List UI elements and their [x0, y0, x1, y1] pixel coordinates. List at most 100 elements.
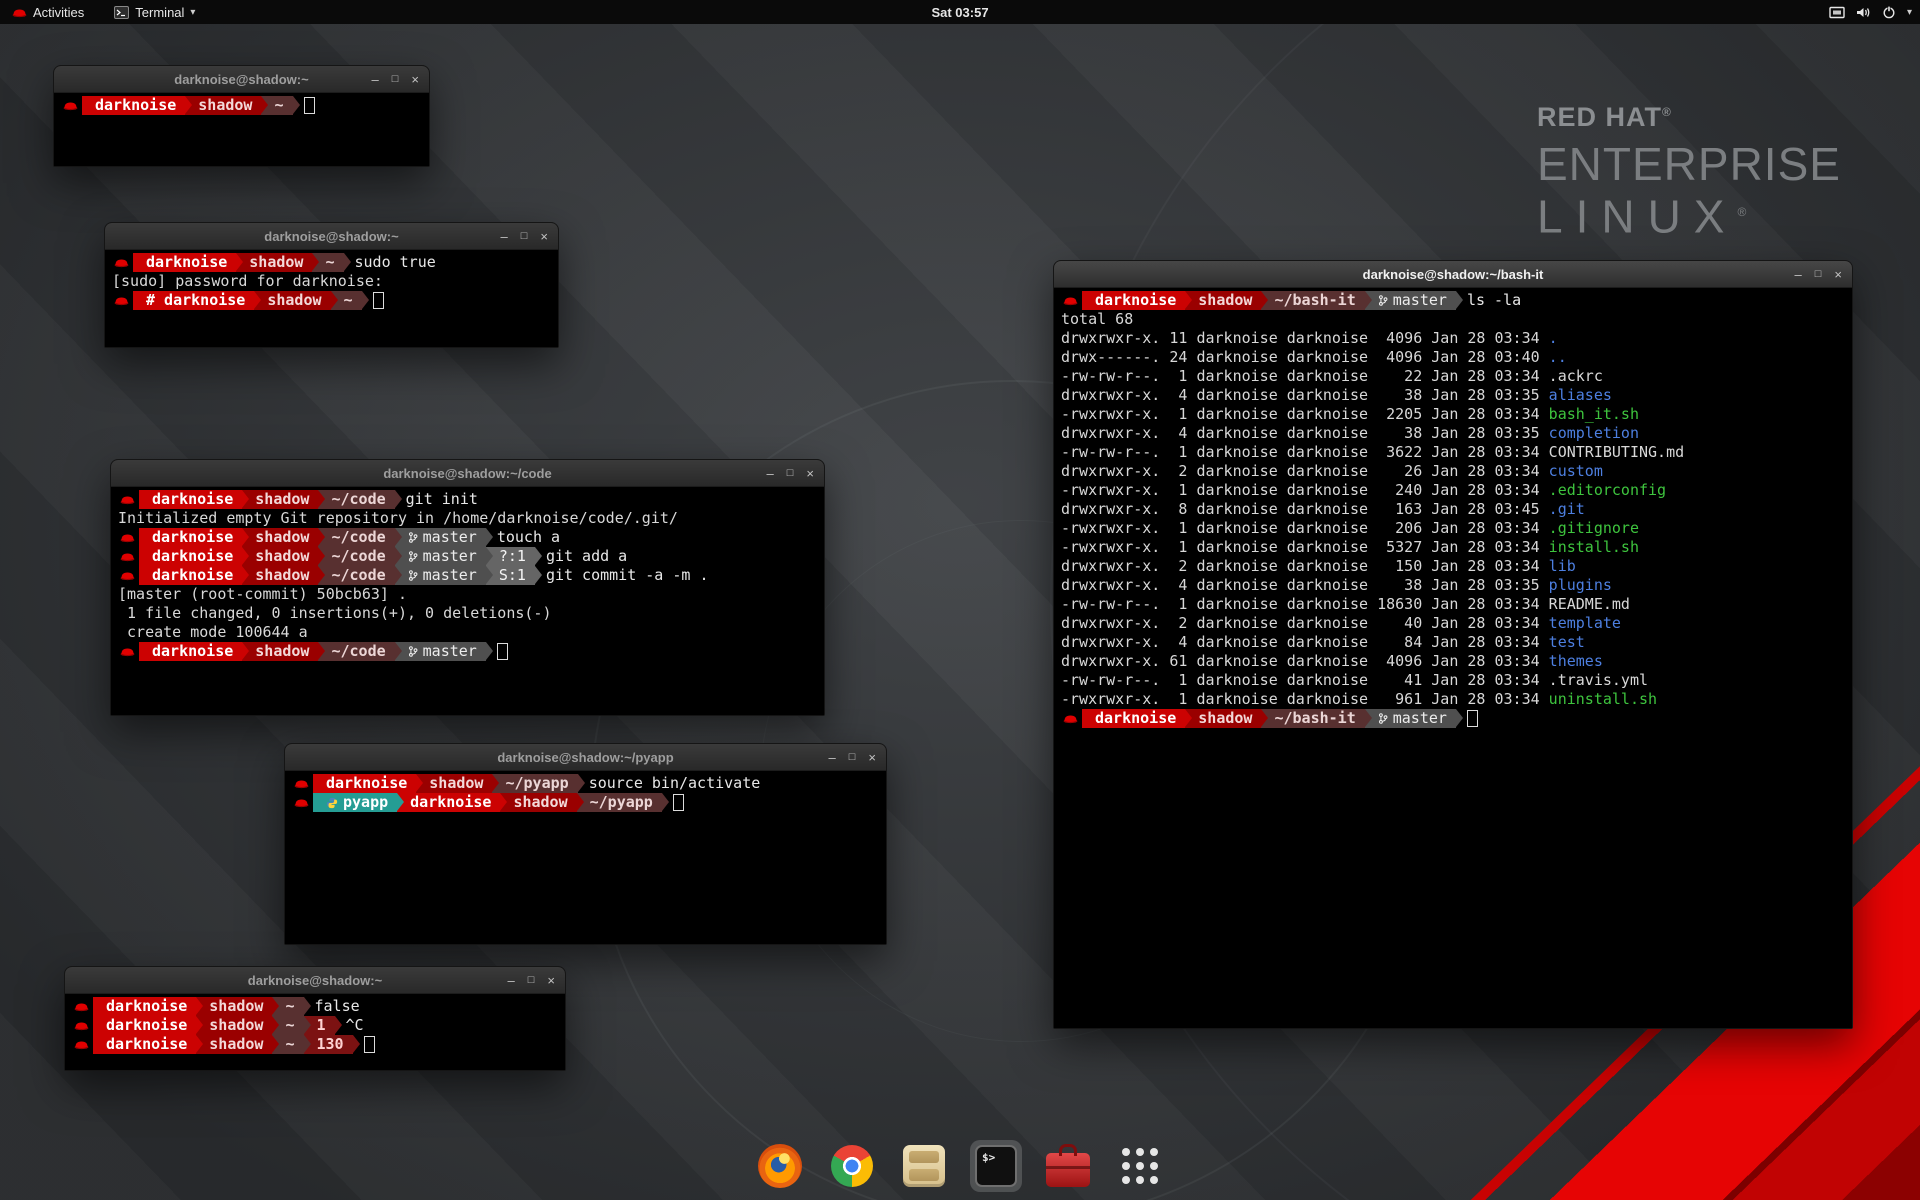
redhat-prompt-icon: [118, 494, 139, 505]
dock-terminal[interactable]: $>: [970, 1140, 1022, 1192]
command-text: sudo true: [355, 253, 436, 272]
dock-chrome[interactable]: [826, 1140, 878, 1192]
prompt-segment-user: darknoise: [313, 774, 416, 793]
window-titlebar[interactable]: darknoise@shadow:~/pyapp – □ ×: [285, 744, 886, 771]
output-text: -rw-rw-r--. 1 darknoise darknoise 3622 J…: [1061, 443, 1549, 462]
prompt-segment-user: darknoise: [1082, 291, 1185, 310]
maximize-button[interactable]: □: [521, 230, 528, 243]
redhat-prompt-icon: [72, 1039, 93, 1050]
terminal-content[interactable]: darknoiseshadow~falsedarknoiseshadow~1^C…: [65, 994, 565, 1070]
terminal-icon: $>: [975, 1145, 1017, 1187]
prompt-segment-stat: ?:1: [486, 547, 535, 566]
maximize-button[interactable]: □: [1815, 268, 1822, 281]
terminal-content[interactable]: darknoiseshadow~/codegit initInitialized…: [111, 487, 824, 715]
output-text: completion: [1549, 424, 1639, 443]
output-text: create mode 100644 a: [118, 623, 308, 642]
clock[interactable]: Sat 03:57: [931, 5, 988, 20]
window-title: darknoise@shadow:~/code: [383, 466, 551, 481]
command-text: touch a: [497, 528, 560, 547]
git-branch-icon: [408, 550, 418, 563]
redhat-prompt-icon: [61, 100, 82, 111]
output-text: drwxrwxr-x. 8 darknoise darknoise 163 Ja…: [1061, 500, 1549, 519]
file-cabinet-icon: [903, 1145, 945, 1187]
output-text: -rw-rw-r--. 1 darknoise darknoise 41 Jan…: [1061, 671, 1549, 690]
window-titlebar[interactable]: darknoise@shadow:~/bash-it – □ ×: [1054, 261, 1852, 288]
dock-toolbox[interactable]: [1042, 1140, 1094, 1192]
terminal-app-icon: [114, 6, 129, 19]
minimize-button[interactable]: –: [508, 974, 515, 987]
window-titlebar[interactable]: darknoise@shadow:~/code – □ ×: [111, 460, 824, 487]
maximize-button[interactable]: □: [528, 974, 535, 987]
minimize-button[interactable]: –: [829, 751, 836, 764]
system-status-area[interactable]: ▾: [1829, 0, 1912, 24]
prompt-segment-path: ~/pyapp: [577, 793, 662, 812]
terminal-window: darknoise@shadow:~/code – □ × darknoise s…: [110, 459, 825, 716]
app-menu-label: Terminal: [135, 5, 184, 20]
output-text: drwxrwxr-x. 4 darknoise darknoise 38 Jan…: [1061, 386, 1549, 405]
volume-icon: [1856, 6, 1871, 19]
output-text: plugins: [1549, 576, 1612, 595]
dock-app-grid[interactable]: [1114, 1140, 1166, 1192]
app-menu-terminal[interactable]: Terminal ▾: [110, 0, 199, 24]
minimize-button[interactable]: –: [1795, 268, 1802, 281]
firefox-icon: [758, 1144, 802, 1188]
close-button[interactable]: ×: [806, 467, 814, 480]
prompt-segment-user: darknoise: [139, 528, 242, 547]
dock-files[interactable]: [898, 1140, 950, 1192]
output-text: -rwxrwxr-x. 1 darknoise darknoise 5327 J…: [1061, 538, 1549, 557]
output-text: drwxrwxr-x. 2 darknoise darknoise 26 Jan…: [1061, 462, 1549, 481]
close-button[interactable]: ×: [411, 73, 419, 86]
terminal-cursor: [364, 1036, 375, 1053]
chevron-down-icon: ▾: [190, 7, 195, 18]
minimize-button[interactable]: –: [501, 230, 508, 243]
close-button[interactable]: ×: [1834, 268, 1842, 281]
window-titlebar[interactable]: darknoise@shadow:~ – □ ×: [54, 66, 429, 93]
output-text: CONTRIBUTING.md: [1549, 443, 1684, 462]
display-icon: [1829, 6, 1845, 19]
prompt-segment-user: darknoise: [1082, 709, 1185, 728]
maximize-button[interactable]: □: [787, 467, 794, 480]
toolbox-icon: [1046, 1153, 1090, 1187]
app-grid-icon: [1122, 1148, 1158, 1184]
minimize-button[interactable]: –: [767, 467, 774, 480]
dock-firefox[interactable]: [754, 1140, 806, 1192]
terminal-window: darknoise@shadow:~/pyapp – □ × darknoise…: [284, 743, 887, 945]
output-text: custom: [1549, 462, 1603, 481]
terminal-content[interactable]: darknoiseshadow~: [54, 93, 429, 166]
maximize-button[interactable]: □: [392, 73, 399, 86]
output-text: total 68: [1061, 310, 1133, 329]
prompt-segment-path: ~/code: [318, 642, 394, 661]
terminal-content[interactable]: darknoiseshadow~/pyappsource bin/activat…: [285, 771, 886, 944]
output-text: .travis.yml: [1549, 671, 1648, 690]
command-text: git add a: [546, 547, 627, 566]
window-title: darknoise@shadow:~: [248, 973, 382, 988]
minimize-button[interactable]: –: [372, 73, 379, 86]
prompt-segment-host: shadow: [242, 642, 318, 661]
terminal-content[interactable]: darknoiseshadow~sudo true[sudo] password…: [105, 250, 558, 347]
close-button[interactable]: ×: [547, 974, 555, 987]
dock: $>: [746, 1136, 1174, 1196]
output-text: -rwxrwxr-x. 1 darknoise darknoise 2205 J…: [1061, 405, 1549, 424]
maximize-button[interactable]: □: [849, 751, 856, 764]
window-title: darknoise@shadow:~: [264, 229, 398, 244]
close-button[interactable]: ×: [868, 751, 876, 764]
activities-button[interactable]: Activities: [8, 0, 88, 24]
terminal-window: darknoise@shadow:~ – □ × darknoiseshadow…: [53, 65, 430, 167]
window-titlebar[interactable]: darknoise@shadow:~ – □ ×: [65, 967, 565, 994]
output-text: template: [1549, 614, 1621, 633]
prompt-segment-user: darknoise: [93, 997, 196, 1016]
prompt-segment-path: ~/bash-it: [1261, 709, 1364, 728]
close-button[interactable]: ×: [540, 230, 548, 243]
redhat-prompt-icon: [1061, 295, 1082, 306]
terminal-content[interactable]: darknoiseshadow~/bash-itmasterls -latota…: [1054, 288, 1852, 1028]
prompt-segment-exit: 130: [304, 1035, 353, 1054]
output-text: -rwxrwxr-x. 1 darknoise darknoise 240 Ja…: [1061, 481, 1549, 500]
output-text: bash_it.sh: [1549, 405, 1639, 424]
prompt-segment-host: shadow: [196, 1016, 272, 1035]
rhel-logo: RED HAT® ENTERPRISE LINUX®: [1537, 102, 1841, 241]
prompt-segment-user: darknoise: [139, 490, 242, 509]
prompt-segment-host: shadow: [416, 774, 492, 793]
window-titlebar[interactable]: darknoise@shadow:~ – □ ×: [105, 223, 558, 250]
output-text: uninstall.sh: [1549, 690, 1657, 709]
redhat-prompt-icon: [112, 295, 133, 306]
